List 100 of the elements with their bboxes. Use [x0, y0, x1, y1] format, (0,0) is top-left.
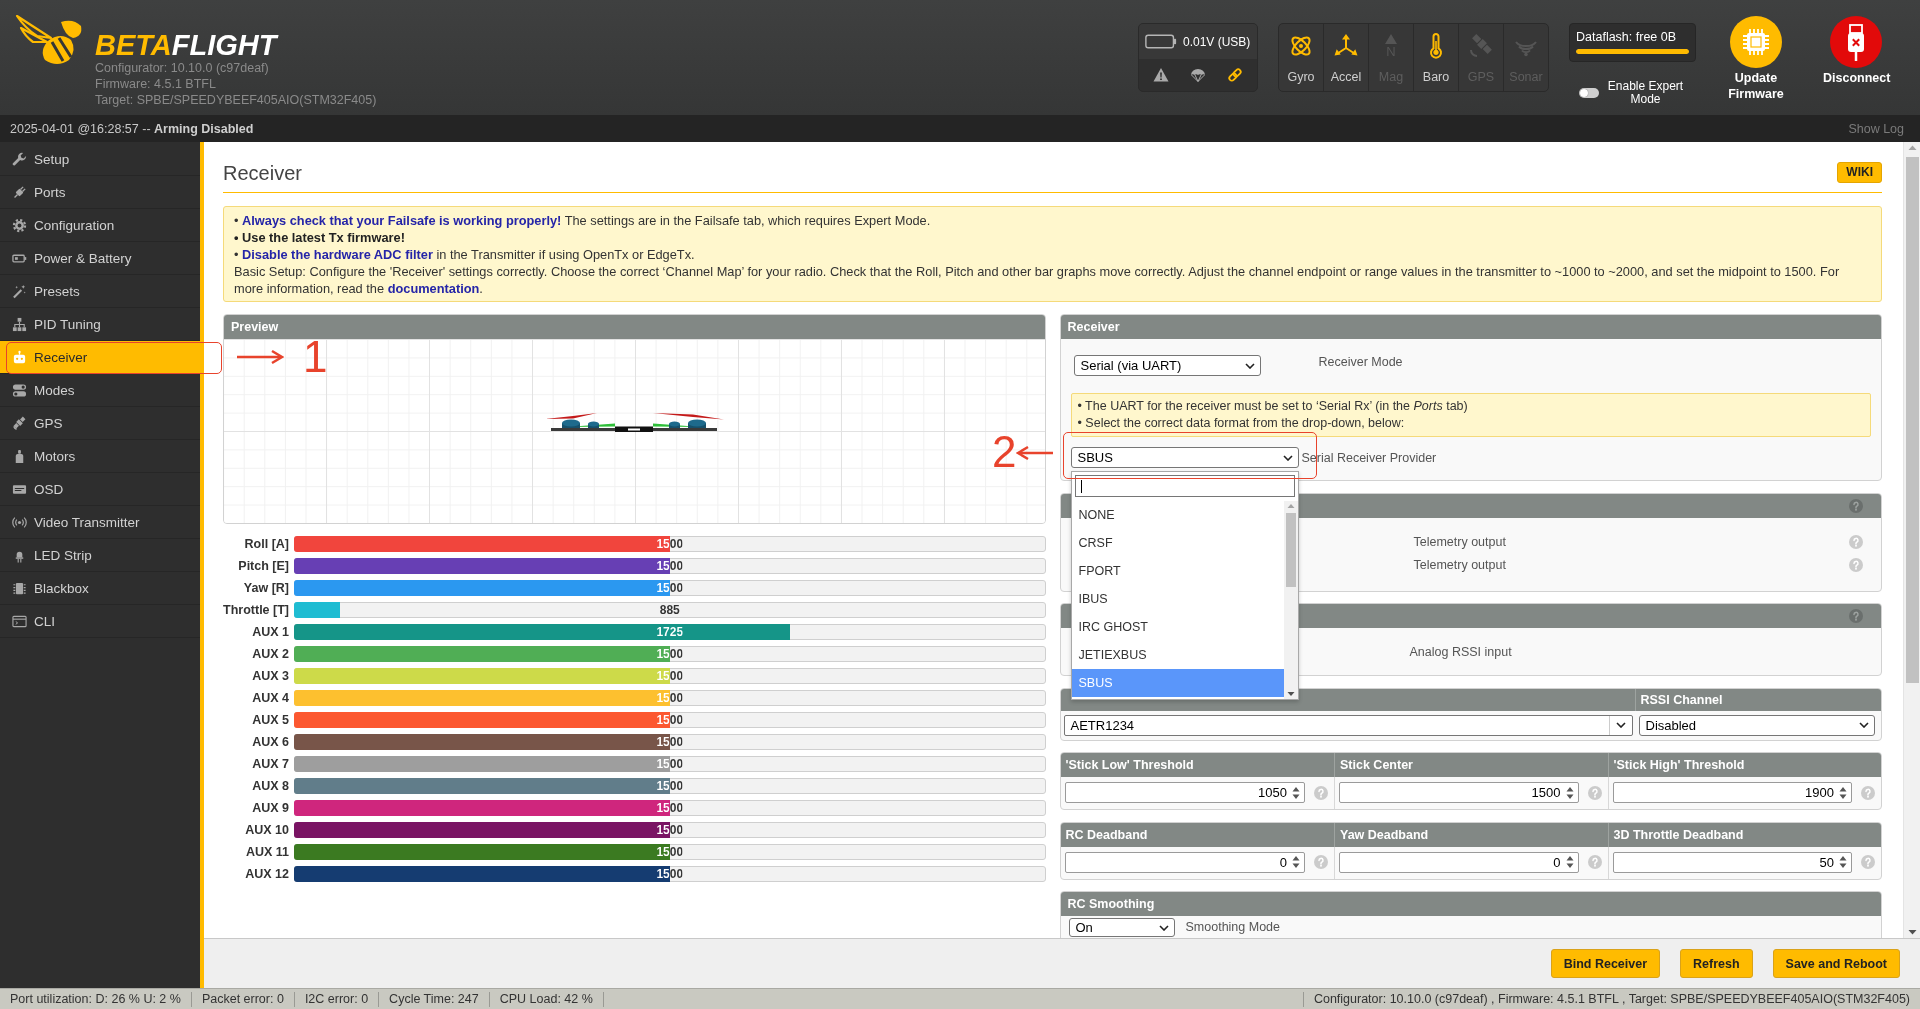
help-icon[interactable]	[1849, 498, 1863, 513]
channel-label: AUX 1	[251, 625, 289, 639]
channel-label: AUX 11	[244, 845, 289, 859]
rssi-channel-select[interactable]: Disabled	[1638, 714, 1875, 736]
expert-mode-label: Enable Expert Mode	[1606, 80, 1685, 106]
action-button[interactable]: Save and Reboot	[1772, 949, 1900, 978]
dataflash-label: Dataflash: free 0B	[1576, 30, 1678, 44]
dropdown-option[interactable]: IRC GHOST	[1071, 613, 1284, 641]
status-text: Configurator: 10.10.0 (c97deaf) , Firmware: 4.5.1 BTFL , Target: SPBE/SPEEDYBEEF405AIO(STM32F405)	[1302, 991, 1920, 1007]
help-icon[interactable]	[1587, 855, 1602, 869]
column-heading: Yaw Deadband	[1340, 827, 1429, 842]
toggle-icon	[12, 382, 27, 398]
plug-icon	[12, 184, 27, 200]
note-text: • The UART for the receiver must be set to ‘Serial Rx’ (in the Ports tab)	[1077, 398, 1469, 415]
robot-icon	[12, 349, 27, 365]
chevron-down-icon	[1244, 362, 1255, 369]
smoothing-select[interactable]: On	[1068, 918, 1175, 937]
dropdown-option[interactable]: CRSF	[1071, 529, 1284, 557]
dropdown-option[interactable]: JETIEXBUS	[1071, 641, 1284, 669]
chevron-down-icon	[1859, 722, 1869, 728]
info-text: • Always check that your Failsafe is working properly! The settings are in the Failsafe tab, which requires Expert Mode.	[234, 212, 932, 229]
channel-label: AUX 7	[251, 757, 289, 771]
number-field[interactable]: 1900	[1612, 782, 1852, 803]
column-heading: RSSI Channel	[1634, 688, 1881, 711]
channel-label: AUX 12	[244, 867, 289, 881]
spinner-icon[interactable]	[1565, 854, 1574, 870]
status-text: Cycle Time: 247	[379, 991, 490, 1007]
info-text: • Use the latest Tx firmware!	[234, 229, 406, 246]
hierarchy-icon	[12, 316, 27, 332]
chevron-down-icon	[1282, 454, 1293, 461]
version-text: Target: SPBE/SPEEDYBEEF405AIO(STM32F405)	[95, 92, 377, 108]
info-text: • Disable the hardware ADC filter in the Transmitter if using OpenTx or EdgeTx.	[234, 246, 696, 263]
status-text: Port utilization: D: 26 % U: 2 %	[0, 991, 192, 1007]
wrench-icon	[12, 151, 27, 167]
toggle-switch[interactable]	[1578, 88, 1599, 98]
scrollbar-thumb[interactable]	[1285, 513, 1296, 587]
channel-label: AUX 9	[251, 801, 289, 815]
status-text: Packet error: 0	[191, 991, 295, 1007]
number-field[interactable]: 1500	[1339, 782, 1579, 803]
status-text: CPU Load: 42 %	[489, 991, 604, 1007]
dropdown-option[interactable]: NONE	[1071, 501, 1284, 529]
column-heading: Stick Center	[1340, 758, 1413, 772]
chevron-down-icon	[1158, 924, 1169, 931]
number-field[interactable]: 50	[1612, 851, 1852, 873]
voltage-reading: 0.01V (USB)	[1183, 34, 1251, 49]
provider-select[interactable]: SBUS	[1070, 447, 1299, 468]
terminal-icon	[12, 613, 27, 629]
field-label: Telemetry output	[1413, 558, 1506, 572]
link[interactable]: Always check that your Failsafe is working properly!	[242, 213, 562, 228]
nav-item[interactable]: Modes	[0, 374, 200, 407]
usb-plug-icon	[1830, 16, 1882, 68]
help-icon[interactable]	[1849, 558, 1863, 572]
nav-item[interactable]: OSD	[0, 473, 200, 506]
wiki-button[interactable]: WIKI	[1837, 162, 1882, 183]
help-icon[interactable]	[1849, 609, 1863, 623]
channel-label: Yaw [R]	[242, 581, 289, 595]
action-button[interactable]: Refresh	[1680, 949, 1753, 978]
search-field[interactable]	[1074, 475, 1295, 497]
note-text: • Select the correct data format from the drop-down, below:	[1077, 415, 1406, 432]
show-log-link[interactable]: Show Log	[1848, 121, 1904, 136]
disconnect-button[interactable]: Disconnect	[1816, 16, 1896, 86]
vertical-scrollbar[interactable]	[1903, 142, 1920, 938]
spinner-icon[interactable]	[1292, 854, 1300, 870]
help-icon[interactable]	[1314, 785, 1328, 800]
column-heading: 3D Throttle Deadband	[1613, 827, 1744, 842]
spinner-icon[interactable]	[1839, 854, 1847, 870]
help-icon[interactable]	[1587, 785, 1602, 800]
number-field[interactable]: 1050	[1064, 782, 1305, 803]
number-field[interactable]: 0	[1339, 851, 1579, 873]
dropdown-option[interactable]: IBUS	[1071, 585, 1284, 613]
channel-label: AUX 4	[251, 691, 289, 705]
help-icon[interactable]	[1861, 855, 1875, 869]
link[interactable]: Disable the hardware ADC filter	[242, 247, 433, 262]
panel-header: Receiver	[1060, 315, 1881, 339]
sensor-label: Baro	[1422, 70, 1450, 84]
column-heading: 'Stick Low' Threshold	[1065, 758, 1194, 772]
nav-item[interactable]: Receiver	[0, 341, 200, 374]
list-scrollbar[interactable]	[1283, 501, 1298, 699]
channel-label: Throttle [T]	[223, 603, 289, 617]
number-field[interactable]: 0	[1064, 851, 1305, 873]
panel-header: Preview	[224, 315, 1045, 339]
channel-map-select[interactable]: AETR1234	[1063, 714, 1633, 736]
help-icon[interactable]	[1849, 535, 1863, 549]
battery-icon	[1145, 34, 1177, 49]
satellite-icon	[12, 415, 27, 431]
help-icon[interactable]	[1861, 785, 1875, 800]
scrollbar-thumb[interactable]	[1905, 157, 1919, 683]
dropdown-option[interactable]: FPORT	[1071, 557, 1284, 585]
version-text: Configurator: 10.10.0 (c97deaf)	[95, 60, 270, 76]
action-button[interactable]: Bind Receiver	[1550, 949, 1661, 978]
page-title: Receiver	[223, 160, 302, 186]
info-text: Basic Setup: Configure the 'Receiver' settings correctly. Choose the correct ‘Channel Map’ for your radio. Check that the Roll, Pitch and other bar graphs move correctly. Adjust the channel endpoint or range values in the transmitter to ~1000 to ~2000, and set the midpoint to 1500. For more information, read the documentation.	[234, 263, 1841, 297]
magic-wand-icon	[12, 283, 27, 299]
receiver-mode-select[interactable]: Serial (via UART)	[1073, 355, 1261, 376]
channel-label: Roll [A]	[243, 537, 289, 551]
help-icon[interactable]	[1314, 855, 1328, 869]
update-firmware-button[interactable]: Update Firmware	[1716, 16, 1796, 102]
field-label: Receiver Mode	[1318, 355, 1403, 369]
sensor-label: Gyro	[1287, 70, 1315, 84]
channel-value: 885	[659, 603, 680, 617]
